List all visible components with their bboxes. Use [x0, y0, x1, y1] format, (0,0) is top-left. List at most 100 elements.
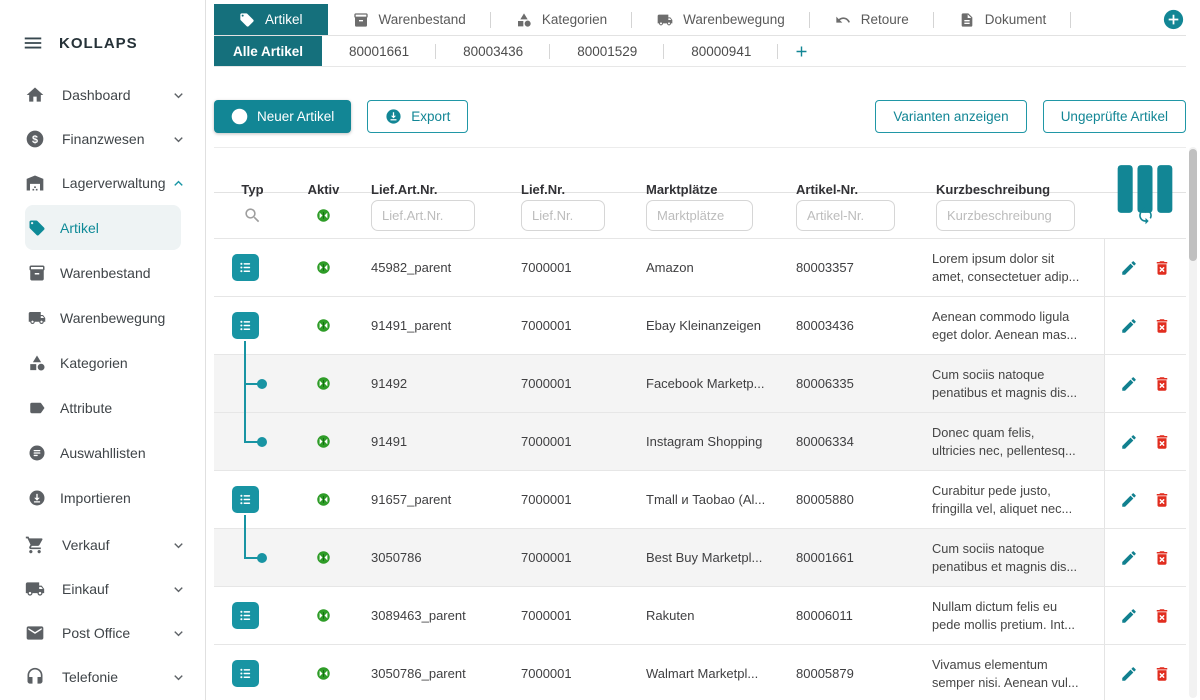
lief-art-nr-cell: 3050786_parent	[356, 645, 506, 700]
col-header-lief-art-nr[interactable]: Lief.Art.Nr.	[356, 182, 506, 197]
row-actions-cell	[1104, 529, 1186, 586]
article-tab-80001529[interactable]: 80001529	[550, 36, 664, 66]
add-module-tab-button[interactable]	[1163, 9, 1184, 30]
aktiv-cell	[291, 529, 356, 586]
edit-icon[interactable]	[1120, 433, 1138, 451]
delete-icon[interactable]	[1153, 259, 1171, 277]
refresh-cell	[1104, 206, 1186, 225]
lief-art-nr-filter-input[interactable]	[371, 200, 475, 231]
category-icon	[516, 12, 532, 28]
tab-kategorien[interactable]: Kategorien	[491, 4, 632, 35]
aktiv-cell	[291, 587, 356, 644]
parent-article-icon[interactable]	[232, 254, 259, 281]
sidebar-item-label: Finanzwesen	[62, 131, 145, 147]
lief-nr-cell: 7000001	[506, 239, 631, 296]
col-header-lief-nr[interactable]: Lief.Nr.	[506, 182, 631, 197]
scrollbar-thumb[interactable]	[1189, 149, 1197, 261]
active-filter-icon[interactable]	[316, 208, 331, 223]
article-tab-80001661[interactable]: 80001661	[322, 36, 436, 66]
edit-icon[interactable]	[1120, 491, 1138, 509]
edit-icon[interactable]	[1120, 607, 1138, 625]
unchecked-articles-button[interactable]: Ungeprüfte Artikel	[1043, 100, 1186, 133]
delete-icon[interactable]	[1153, 549, 1171, 567]
sidebar-item-dashboard[interactable]: Dashboard	[0, 73, 205, 117]
hamburger-menu-icon[interactable]	[22, 32, 44, 54]
tab-artikel[interactable]: Artikel	[214, 4, 328, 35]
sidebar-item-post-office[interactable]: Post Office	[0, 611, 205, 655]
articles-table: Typ Aktiv Lief.Art.Nr. Lief.Nr. Marktplä…	[214, 147, 1186, 700]
tab-warenbewegung[interactable]: Warenbewegung	[632, 4, 810, 35]
edit-icon[interactable]	[1120, 375, 1138, 393]
sidebar-item-label: Dashboard	[62, 87, 131, 103]
artikel-nr-filter-input[interactable]	[796, 200, 895, 231]
col-header-typ[interactable]: Typ	[214, 182, 291, 197]
lief-art-nr-cell: 3089463_parent	[356, 587, 506, 644]
parent-article-icon[interactable]	[232, 486, 259, 513]
col-header-aktiv[interactable]: Aktiv	[291, 182, 356, 197]
delete-icon[interactable]	[1153, 317, 1171, 335]
tab-warenbestand[interactable]: Warenbestand	[328, 4, 491, 35]
sidebar-item-lagerverwaltung[interactable]: Lagerverwaltung	[0, 161, 205, 205]
delete-icon[interactable]	[1153, 607, 1171, 625]
sidebar-item-telefonie[interactable]: Telefonie	[0, 655, 205, 699]
edit-icon[interactable]	[1120, 549, 1138, 567]
sidebar-item-importieren[interactable]: Importieren	[25, 475, 181, 520]
sidebar-item-label: Lagerverwaltung	[62, 175, 166, 191]
sidebar-item-einkauf[interactable]: Einkauf	[0, 567, 205, 611]
table-scrollbar[interactable]	[1189, 147, 1197, 698]
article-tab-80003436[interactable]: 80003436	[436, 36, 550, 66]
edit-icon[interactable]	[1120, 317, 1138, 335]
tree-node-dot	[257, 437, 267, 447]
chevron-icon	[170, 87, 187, 104]
add-article-tab-button[interactable]	[793, 43, 810, 60]
new-article-button[interactable]: Neuer Artikel	[214, 100, 351, 133]
tree-node-dot	[257, 553, 267, 563]
kurzbeschreibung-filter-input[interactable]	[936, 200, 1075, 231]
marktplaetze-filter-input[interactable]	[646, 200, 753, 231]
edit-icon[interactable]	[1120, 665, 1138, 683]
artikel-nr-cell: 80005879	[781, 645, 921, 700]
delete-icon[interactable]	[1153, 375, 1171, 393]
marktplatz-cell: Ebay Kleinanzeigen	[631, 297, 781, 354]
article-tab-alle-artikel[interactable]: Alle Artikel	[214, 36, 322, 66]
sidebar-nav: Dashboard $ Finanzwesen Lagerverwaltung …	[0, 73, 205, 699]
truck-icon	[28, 309, 46, 327]
show-variants-label: Varianten anzeigen	[893, 109, 1008, 124]
lief-nr-cell: 7000001	[506, 297, 631, 354]
article-tab-80000941[interactable]: 80000941	[664, 36, 778, 66]
sidebar-item-attribute[interactable]: Attribute	[25, 385, 181, 430]
tab-retoure[interactable]: Retoure	[810, 4, 934, 35]
aktiv-cell	[291, 355, 356, 412]
col-header-artikel-nr[interactable]: Artikel-Nr.	[781, 182, 921, 197]
app-window: KOLLAPS Dashboard $ Finanzwesen Lagerver…	[0, 0, 1200, 700]
col-header-marktplaetze[interactable]: Marktplätze	[631, 182, 781, 197]
inventory-icon	[28, 264, 46, 282]
sidebar-item-kategorien[interactable]: Kategorien	[25, 340, 181, 385]
parent-article-icon[interactable]	[232, 312, 259, 339]
export-button[interactable]: Export	[367, 100, 468, 133]
parent-article-icon[interactable]	[232, 602, 259, 629]
tab-dokument[interactable]: Dokument	[934, 4, 1072, 35]
parent-article-icon[interactable]	[232, 660, 259, 687]
sidebar-item-label: Attribute	[60, 400, 112, 416]
show-variants-button[interactable]: Varianten anzeigen	[875, 100, 1026, 133]
sidebar-item-verkauf[interactable]: Verkauf	[0, 523, 205, 567]
delete-icon[interactable]	[1153, 491, 1171, 509]
sidebar: KOLLAPS Dashboard $ Finanzwesen Lagerver…	[0, 0, 206, 700]
delete-icon[interactable]	[1153, 665, 1171, 683]
sidebar-item-finanzwesen[interactable]: $ Finanzwesen	[0, 117, 205, 161]
lief-nr-filter-cell	[506, 200, 631, 231]
artikel-nr-cell: 80006335	[781, 355, 921, 412]
sidebar-item-artikel[interactable]: Artikel	[25, 205, 181, 250]
sidebar-item-warenbestand[interactable]: Warenbestand	[25, 250, 181, 295]
col-header-kurzbeschreibung[interactable]: Kurzbeschreibung	[921, 182, 1104, 197]
delete-icon[interactable]	[1153, 433, 1171, 451]
lief-nr-cell: 7000001	[506, 471, 631, 528]
sidebar-item-auswahllisten[interactable]: Auswahllisten	[25, 430, 181, 475]
lief-nr-filter-input[interactable]	[521, 200, 605, 231]
table-filter-row	[214, 193, 1186, 239]
sidebar-item-warenbewegung[interactable]: Warenbewegung	[25, 295, 181, 340]
row-actions-cell	[1104, 587, 1186, 644]
edit-icon[interactable]	[1120, 259, 1138, 277]
refresh-icon[interactable]	[1136, 206, 1155, 225]
